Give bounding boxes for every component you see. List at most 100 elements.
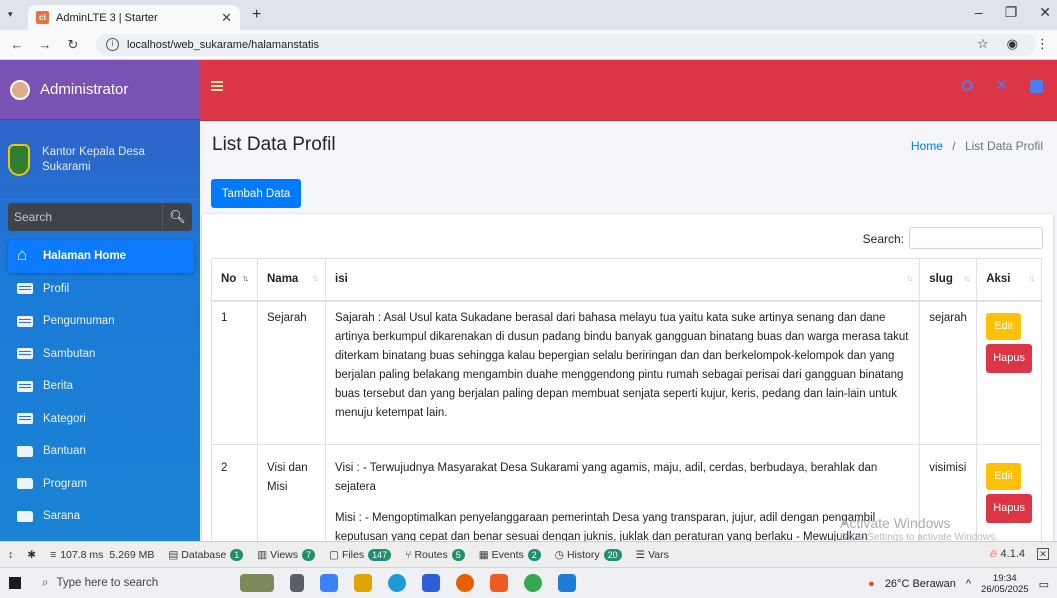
cell-aksi: Edit Hapus xyxy=(976,443,1042,541)
column-header-slug[interactable]: slug ↑↓ xyxy=(919,258,978,302)
profile-table: No ↑↓ Nama ↑↓ isi ↑↓ slug ↑↓ Aksi ↑↓ 1 Sejara… xyxy=(211,258,1042,541)
routes-icon: ⑂ xyxy=(405,548,412,561)
edit-button[interactable]: Edit xyxy=(986,462,1022,490)
reload-icon[interactable]: ↻ xyxy=(62,37,84,53)
flame-icon: 🔥︎ xyxy=(989,548,998,560)
sidebar-item-sambutan[interactable]: Sambutan xyxy=(8,338,194,371)
breadcrumb-home-link[interactable]: Home xyxy=(911,139,943,153)
app-icon[interactable] xyxy=(422,574,440,592)
notification-icon[interactable]: ▭ xyxy=(1039,578,1049,591)
database-icon: ▤ xyxy=(168,548,179,561)
windows-logo-icon xyxy=(9,577,21,589)
task-view-icon[interactable] xyxy=(290,574,304,592)
navbar-search-icon[interactable] xyxy=(962,80,974,91)
browser-tab[interactable]: ci AdminLTE 3 | Starter ✕ xyxy=(28,5,240,30)
forward-icon[interactable]: → xyxy=(34,37,56,52)
xampp-icon[interactable] xyxy=(490,574,508,592)
debug-close-icon[interactable]: ✕ xyxy=(1037,548,1049,560)
file-explorer-icon[interactable] xyxy=(354,574,372,592)
sort-icon: ↑↓ xyxy=(312,273,319,283)
search-icon[interactable]: 🔍︎ xyxy=(162,203,192,231)
user-name[interactable]: Kantor Kepala Desa Sukarami xyxy=(42,145,162,175)
windows-taskbar: ⌕ Type here to search ● 26°C Berawan ^ 1… xyxy=(0,567,1057,598)
folder-icon xyxy=(17,510,33,522)
edge-icon[interactable] xyxy=(388,574,406,592)
firefox-icon[interactable] xyxy=(456,574,474,592)
debug-tab-history[interactable]: ◷ History 20 xyxy=(555,548,622,561)
expand-icon[interactable]: ✕ xyxy=(995,78,1008,93)
address-bar-row: ← → ↻ i localhost/web_sukarame/halamanst… xyxy=(0,30,1057,60)
debug-logo-icon[interactable]: ✱ xyxy=(27,549,36,561)
add-data-button[interactable]: Tambah Data xyxy=(211,179,301,208)
minimize-icon[interactable]: – xyxy=(975,4,983,21)
sidebar-search-input[interactable]: Search xyxy=(8,203,162,231)
column-header-isi[interactable]: isi ↑↓ xyxy=(324,258,921,302)
sidebar-item-berita[interactable]: Berita xyxy=(8,370,194,403)
clock-date: 26/05/2025 xyxy=(981,584,1029,595)
debug-toolbar: ↕ ✱ ≡ 107.8 ms 5.269 MB ▤ Database 1 ▥ Views… xyxy=(0,541,1057,567)
debug-tab-routes[interactable]: ⑂ Routes 5 xyxy=(405,548,465,561)
activate-windows-title: Activate Windows xyxy=(840,515,951,531)
url-field[interactable]: i localhost/web_sukarame/halamanstatis xyxy=(96,33,1036,56)
url-text: localhost/web_sukarame/halamanstatis xyxy=(127,38,319,51)
ci-version: 🔥︎ 4.1.4 xyxy=(989,548,1025,560)
browser-menu-icon[interactable]: ⋮ xyxy=(1036,36,1049,52)
tab-close-icon[interactable]: ✕ xyxy=(221,10,232,26)
debug-tab-vars[interactable]: ☰ Vars xyxy=(636,549,669,561)
sidebar-item-halaman-home[interactable]: Halaman Home xyxy=(8,240,194,273)
table-icon xyxy=(17,413,33,425)
tab-list-icon[interactable]: ▾ xyxy=(8,9,13,20)
back-icon[interactable]: ← xyxy=(6,37,28,52)
sidebar-item-pengumuman[interactable]: Pengumuman xyxy=(8,305,194,338)
restore-icon[interactable]: ❐ xyxy=(1005,4,1018,21)
sidebar-item-bantuan[interactable]: Bantuan xyxy=(8,435,194,468)
hamburger-menu-icon[interactable] xyxy=(211,81,223,83)
sidebar-item-label: Halaman Home xyxy=(43,250,127,263)
news-widget-icon[interactable] xyxy=(240,574,274,592)
debug-tab-events[interactable]: ▦ Events 2 xyxy=(479,548,541,561)
delete-button[interactable]: Hapus xyxy=(986,343,1032,373)
cell-slug: sejarah xyxy=(919,300,978,445)
table-icon xyxy=(17,315,33,327)
app-icon[interactable] xyxy=(320,574,338,592)
sort-icon: ↑↓ xyxy=(963,273,970,283)
control-sidebar-icon[interactable] xyxy=(1030,80,1043,93)
debug-tab-files[interactable]: ▢ Files 147 xyxy=(329,548,392,561)
vscode-icon[interactable] xyxy=(558,574,576,592)
chrome-icon[interactable] xyxy=(524,574,542,592)
column-header-no[interactable]: No ↑↓ xyxy=(211,258,258,302)
window-controls: – ❐ ✕ xyxy=(975,4,1051,21)
clock[interactable]: 19:34 26/05/2025 xyxy=(981,573,1029,595)
start-button[interactable] xyxy=(0,577,30,589)
bookmark-star-icon[interactable]: ☆ xyxy=(977,36,989,52)
window-close-icon[interactable]: ✕ xyxy=(1039,4,1051,21)
brand-link[interactable]: Administrator xyxy=(0,60,200,120)
debug-tab-views[interactable]: ▥ Views 7 xyxy=(257,548,316,561)
profile-icon[interactable]: ◉ xyxy=(1007,36,1018,52)
cell-isi: Visi : - Terwujudnya Masyarakat Desa Suk… xyxy=(324,443,921,541)
delete-button[interactable]: Hapus xyxy=(986,493,1032,523)
debug-tab-database[interactable]: ▤ Database 1 xyxy=(168,548,244,561)
sidebar-item-label: Program xyxy=(43,477,88,490)
cell-no: 1 xyxy=(211,300,258,445)
table-search-input[interactable] xyxy=(909,227,1043,249)
site-info-icon[interactable]: i xyxy=(106,38,119,51)
clock-time: 19:34 xyxy=(992,573,1017,584)
column-header-aksi[interactable]: Aksi ↑↓ xyxy=(976,258,1042,302)
debug-toggle-icon[interactable]: ↕ xyxy=(8,549,13,561)
sidebar-item-program[interactable]: Program xyxy=(8,468,194,501)
sidebar-item-kategori[interactable]: Kategori xyxy=(8,403,194,436)
cell-aksi: Edit Hapus xyxy=(976,300,1042,445)
tray-chevron-icon[interactable]: ^ xyxy=(966,578,971,590)
brand-logo-icon xyxy=(10,79,30,100)
sidebar-item-label: Sarana xyxy=(43,510,81,523)
sidebar-item-sarana[interactable]: Sarana xyxy=(8,500,194,533)
edit-button[interactable]: Edit xyxy=(986,312,1022,340)
table-icon xyxy=(17,283,33,295)
new-tab-icon[interactable]: + xyxy=(252,6,261,24)
sidebar-item-profil[interactable]: Profil xyxy=(8,273,194,306)
column-header-nama[interactable]: Nama ↑↓ xyxy=(257,258,326,302)
sidebar-item-label: Pengumuman xyxy=(43,315,115,328)
taskbar-search[interactable]: ⌕ Type here to search xyxy=(36,568,216,598)
weather-text[interactable]: 26°C Berawan xyxy=(885,578,956,590)
